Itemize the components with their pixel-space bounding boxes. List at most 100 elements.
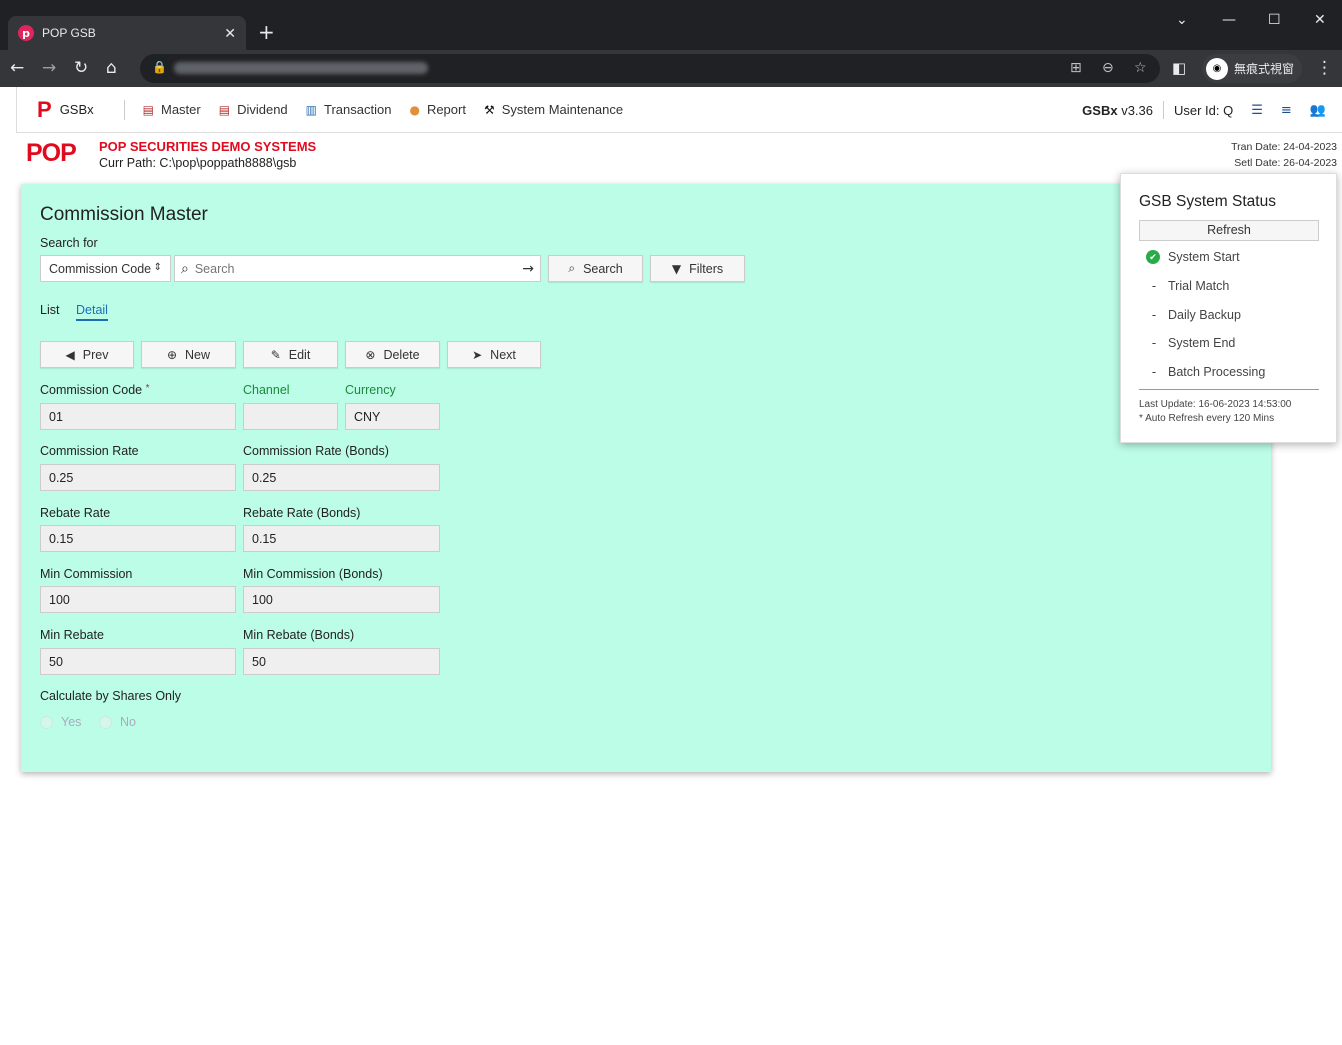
- bookmark-star-icon[interactable]: ☆: [1134, 60, 1147, 76]
- browser-menu-icon[interactable]: ⋮: [1316, 58, 1333, 78]
- sort-updown-icon: ⇕: [153, 262, 162, 273]
- search-icon: ⌕: [181, 260, 189, 277]
- nav-divider: [1163, 101, 1164, 119]
- min-commission-bonds-field[interactable]: 100: [243, 586, 440, 613]
- commission-rate-bonds-label: Commission Rate (Bonds): [243, 444, 389, 458]
- settings-list-icon[interactable]: ☰: [1251, 103, 1263, 118]
- commission-rate-label: Commission Rate: [40, 444, 139, 458]
- user-id: User Id: Q: [1174, 102, 1234, 118]
- status-step-label: System End: [1168, 335, 1236, 350]
- logo-text: POP: [26, 139, 77, 167]
- system-name: POP SECURITIES DEMO SYSTEMS: [99, 139, 317, 154]
- tab-search-chevron-icon[interactable]: ⌄: [1176, 12, 1188, 28]
- address-bar[interactable]: 🔒 ⊞ ⊖ ☆: [140, 54, 1160, 83]
- refresh-button[interactable]: Refresh: [1139, 220, 1319, 241]
- min-rebate-label: Min Rebate: [40, 628, 104, 642]
- commission-code-field[interactable]: 01: [40, 403, 236, 430]
- menu-report-label: Report: [426, 102, 466, 117]
- minimize-icon[interactable]: —: [1222, 12, 1236, 28]
- dividend-icon: ▤: [218, 102, 231, 117]
- brand[interactable]: P GSBx: [37, 96, 125, 122]
- min-commission-bonds-label: Min Commission (Bonds): [243, 567, 383, 581]
- zoom-icon[interactable]: ⊖: [1102, 60, 1114, 76]
- auto-refresh-note: * Auto Refresh every 120 Mins: [1139, 413, 1275, 424]
- channel-field[interactable]: [243, 403, 338, 430]
- search-field-select-value: Commission Code: [49, 262, 152, 276]
- setl-date: Setl Date: 26-04-2023: [1234, 157, 1337, 169]
- list-icon[interactable]: ≡: [1281, 103, 1292, 118]
- min-commission-field[interactable]: 100: [40, 586, 236, 613]
- menu-transaction[interactable]: ▥ Transaction: [306, 102, 392, 117]
- currency-field[interactable]: CNY: [345, 403, 440, 430]
- new-button-label: New: [185, 347, 211, 362]
- new-tab-icon[interactable]: +: [258, 22, 275, 42]
- pending-dash-icon: -: [1151, 278, 1157, 293]
- close-window-icon[interactable]: ✕: [1314, 12, 1326, 28]
- delete-button[interactable]: ⊗ Delete: [345, 341, 440, 368]
- min-rebate-field[interactable]: 50: [40, 648, 236, 675]
- blurred-url: [174, 62, 428, 74]
- translate-icon[interactable]: ⊞: [1070, 60, 1082, 76]
- new-button[interactable]: ⊕ New: [141, 341, 236, 368]
- browser-toolbar: ← → ↻ ⌂ 🔒 ⊞ ⊖ ☆ ◧ ◉ 無痕式視窗 ⋮: [0, 50, 1342, 87]
- min-commission-label: Min Commission: [40, 567, 133, 581]
- report-icon: ●: [409, 102, 420, 117]
- prev-arrow-icon: ◀: [65, 347, 75, 362]
- menu-dividend[interactable]: ▤ Dividend: [219, 102, 288, 117]
- menu-system-maintenance[interactable]: ⚒ System Maintenance: [484, 102, 623, 117]
- sidepanel-icon[interactable]: ◧: [1172, 58, 1186, 78]
- pencil-icon: ✎: [270, 347, 281, 362]
- browser-tab-bar: p POP GSB ✕ + ⌄ — ☐ ✕: [0, 0, 1342, 50]
- search-for-label: Search for: [40, 236, 98, 250]
- menu-report[interactable]: ● Report: [409, 102, 466, 117]
- search-box[interactable]: ⌕ →: [174, 255, 541, 282]
- search-button[interactable]: ⌕ Search: [548, 255, 643, 282]
- brand-logo-icon: P: [37, 96, 52, 122]
- min-rebate-bonds-label: Min Rebate (Bonds): [243, 628, 355, 642]
- forward-icon[interactable]: →: [42, 58, 56, 78]
- lock-icon: 🔒: [152, 60, 167, 74]
- prev-button[interactable]: ◀ Prev: [40, 341, 134, 368]
- incognito-icon: ◉: [1206, 57, 1228, 80]
- menu-transaction-label: Transaction: [324, 102, 392, 117]
- edit-button[interactable]: ✎ Edit: [243, 341, 338, 368]
- users-icon[interactable]: 👥: [1310, 103, 1326, 118]
- search-input[interactable]: [194, 261, 523, 276]
- commission-rate-bonds-field[interactable]: 0.25: [243, 464, 440, 491]
- radio-yes[interactable]: Yes: [40, 715, 81, 729]
- next-button[interactable]: ➤ Next: [447, 341, 541, 368]
- hammer-icon: ⚒: [483, 102, 495, 117]
- rebate-rate-bonds-field[interactable]: 0.15: [243, 525, 440, 552]
- status-step-label: Daily Backup: [1168, 307, 1241, 322]
- filters-button[interactable]: ▼ Filters: [650, 255, 745, 282]
- rebate-rate-bonds-label: Rebate Rate (Bonds): [243, 506, 361, 520]
- prev-button-label: Prev: [82, 347, 109, 362]
- rebate-rate-field[interactable]: 0.15: [40, 525, 236, 552]
- min-rebate-bonds-field[interactable]: 50: [243, 648, 440, 675]
- menu-system-maintenance-label: System Maintenance: [501, 102, 624, 117]
- pop-logo: POP: [26, 141, 88, 169]
- tab-detail[interactable]: Detail: [76, 303, 108, 321]
- back-icon[interactable]: ←: [10, 58, 24, 78]
- tab-list[interactable]: List: [40, 303, 59, 317]
- reload-icon[interactable]: ↻: [74, 58, 88, 78]
- plus-circle-icon: ⊕: [166, 347, 178, 362]
- nav-right: GSBx v3.36 User Id: Q ☰ ≡ 👥: [1082, 87, 1326, 133]
- status-step-batch-processing: - Batch Processing: [1146, 364, 1266, 379]
- tab-close-icon[interactable]: ✕: [224, 25, 236, 42]
- browser-tab[interactable]: p POP GSB ✕: [8, 16, 246, 50]
- radio-yes-circle: [40, 715, 53, 729]
- status-divider: [1139, 389, 1319, 390]
- status-step-system-start: ✔ System Start: [1146, 250, 1240, 264]
- incognito-indicator[interactable]: ◉ 無痕式視窗: [1202, 54, 1303, 83]
- search-field-select[interactable]: Commission Code ⇕: [40, 255, 171, 282]
- calculate-by-shares-label: Calculate by Shares Only: [40, 689, 182, 703]
- home-icon[interactable]: ⌂: [106, 58, 117, 78]
- menu-master[interactable]: ▤ Master: [143, 102, 201, 117]
- maximize-icon[interactable]: ☐: [1268, 12, 1281, 28]
- radio-no[interactable]: No: [99, 715, 136, 729]
- commission-rate-field[interactable]: 0.25: [40, 464, 236, 491]
- arrow-right-icon[interactable]: →: [522, 261, 534, 277]
- current-path: Curr Path: C:\pop\poppath8888\gsb: [99, 156, 297, 170]
- search-icon: ⌕: [568, 261, 576, 275]
